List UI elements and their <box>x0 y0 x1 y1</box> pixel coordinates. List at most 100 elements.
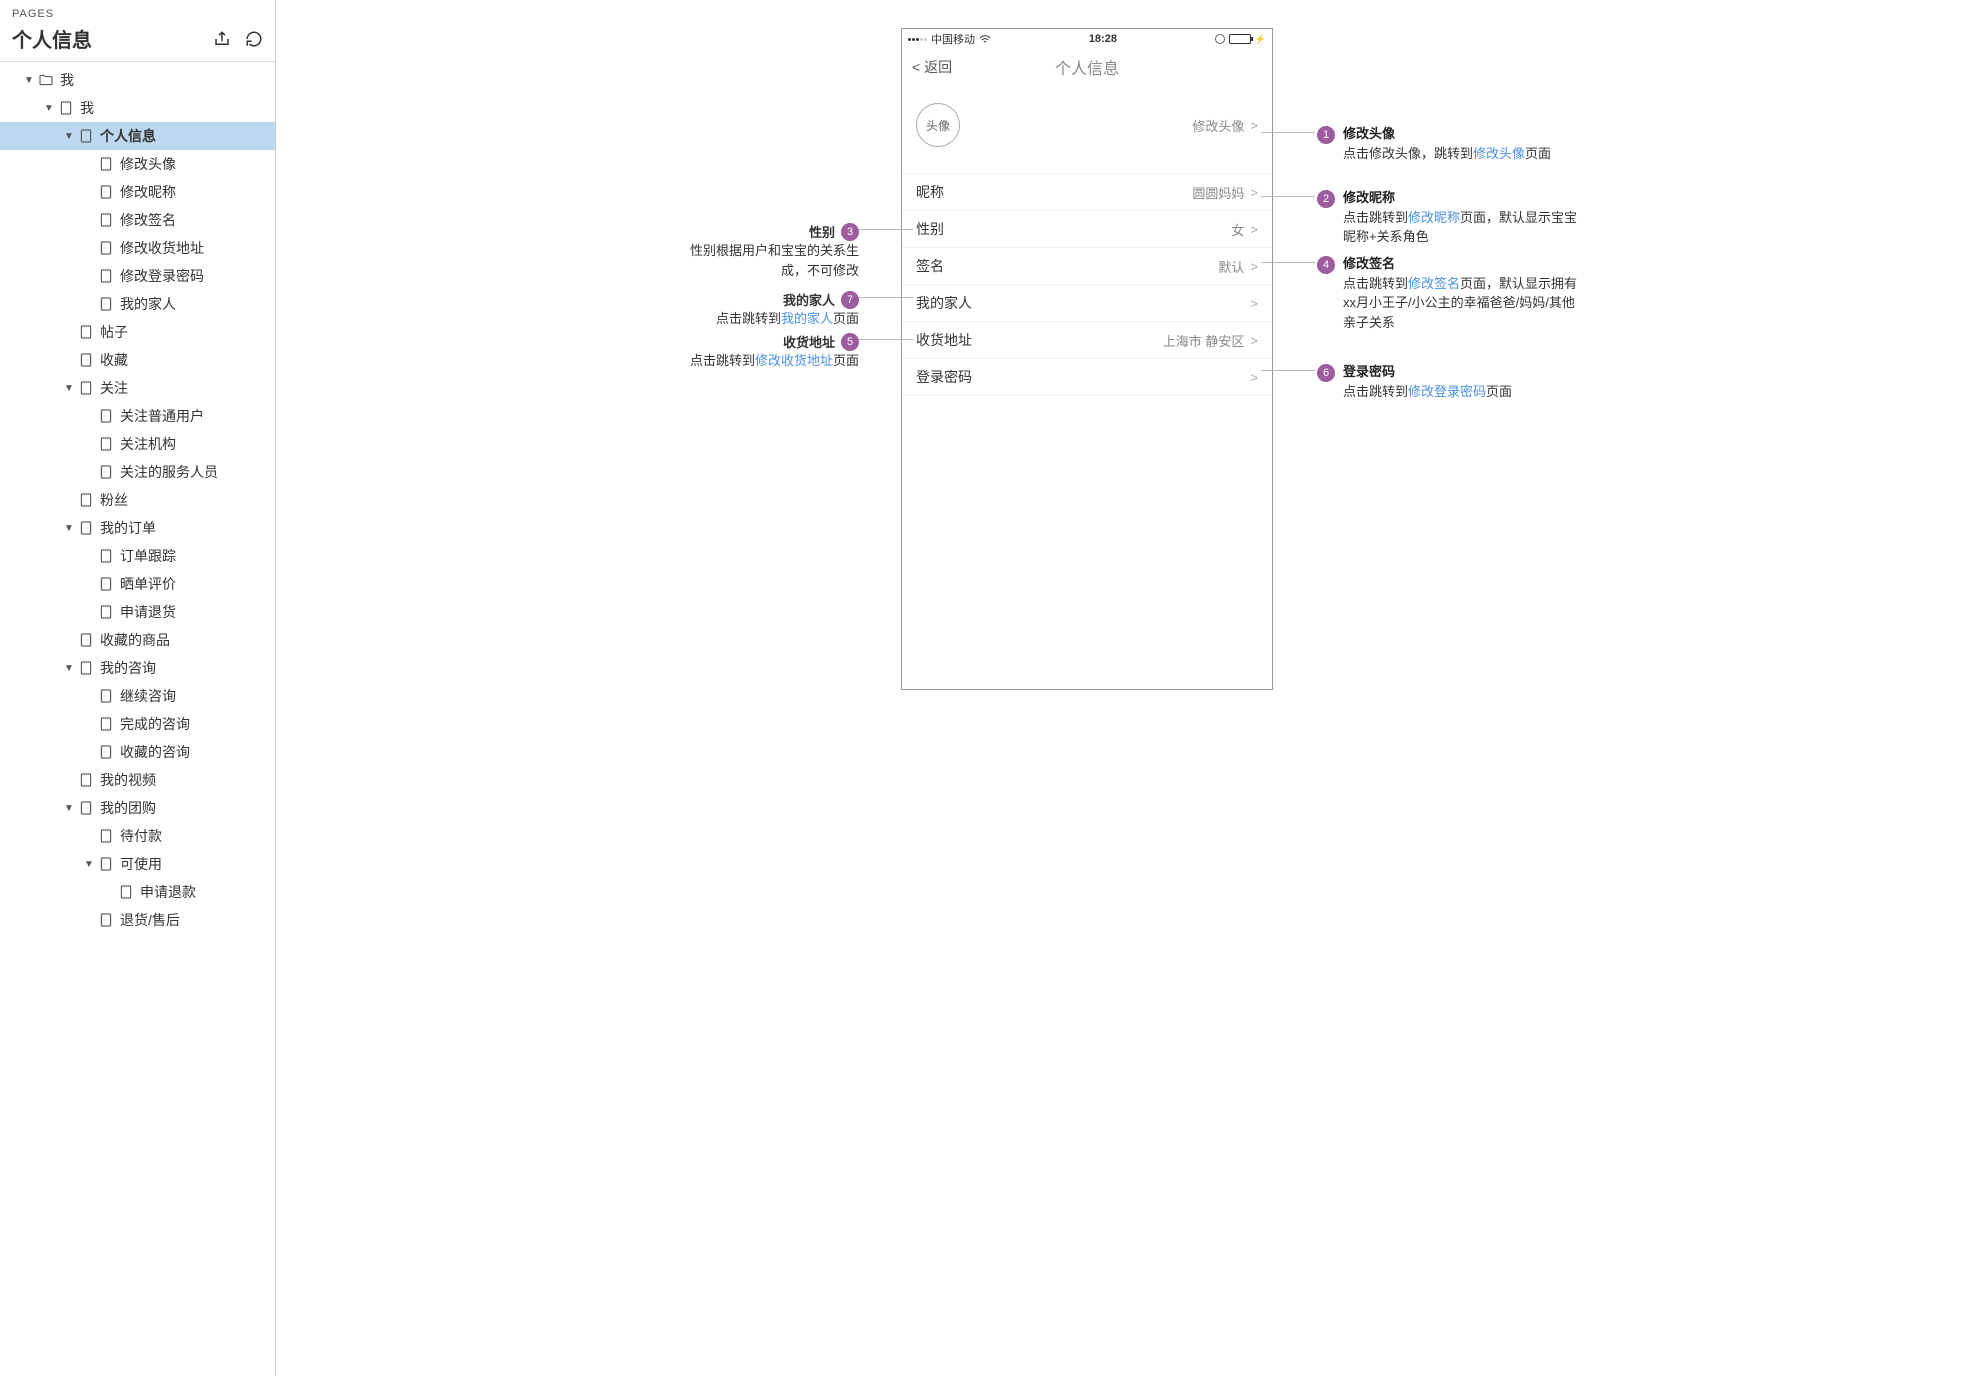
tree-item-label: 我的咨询 <box>100 658 156 678</box>
caret-down-icon: ▼ <box>64 663 74 674</box>
nav-bar: < 返回 个人信息 <box>902 49 1272 85</box>
annotation-badge: 5 <box>841 333 859 351</box>
annotation-link[interactable]: 修改收货地址 <box>755 353 833 368</box>
tree-item[interactable]: 我的家人 <box>0 290 275 318</box>
status-bar: 中国移动 18:28 ⚡ <box>902 29 1272 49</box>
chevron-right-icon: > <box>1250 259 1258 274</box>
tree-item[interactable]: ▼个人信息 <box>0 122 275 150</box>
tree-item-label: 可使用 <box>120 854 162 874</box>
tree-item-label: 完成的咨询 <box>120 714 190 734</box>
tree-item[interactable]: 申请退货 <box>0 598 275 626</box>
annotation-desc: 点击跳转到修改收货地址页面 <box>690 351 859 371</box>
share-icon[interactable] <box>213 30 231 48</box>
annotation-badge: 1 <box>1317 126 1335 144</box>
pages-label: PAGES <box>12 8 263 20</box>
tree-item[interactable]: ▼我 <box>0 66 275 94</box>
annotation-title: 修改昵称 <box>1343 188 1583 208</box>
list-row[interactable]: 收货地址上海市 静安区> <box>902 321 1272 358</box>
tree-item[interactable]: ▼可使用 <box>0 850 275 878</box>
tree-item-label: 关注 <box>100 378 128 398</box>
caret-down-icon: ▼ <box>64 383 74 394</box>
chevron-right-icon: > <box>1250 296 1258 311</box>
tree-item[interactable]: 我的视频 <box>0 766 275 794</box>
tree-item-label: 我的视频 <box>100 770 156 790</box>
annotation: 4修改签名点击跳转到修改签名页面，默认显示拥有xx月小王子/小公主的幸福爸爸/妈… <box>1317 254 1583 332</box>
chevron-right-icon: > <box>1250 370 1258 385</box>
avatar-action-label: 修改头像 <box>1192 116 1244 135</box>
avatar-placeholder: 头像 <box>916 103 960 147</box>
annotation-link[interactable]: 修改头像 <box>1473 146 1525 161</box>
list-row[interactable]: 登录密码> <box>902 358 1272 396</box>
tree-item-label: 订单跟踪 <box>120 546 176 566</box>
tree-item[interactable]: ▼我的团购 <box>0 794 275 822</box>
annotation-link[interactable]: 修改昵称 <box>1408 210 1460 225</box>
tree-item[interactable]: 修改昵称 <box>0 178 275 206</box>
annotation-link[interactable]: 修改登录密码 <box>1408 384 1486 399</box>
tree-item[interactable]: 晒单评价 <box>0 570 275 598</box>
tree-item[interactable]: 修改签名 <box>0 206 275 234</box>
list-row[interactable]: 性别女> <box>902 210 1272 247</box>
battery-icon <box>1229 34 1251 44</box>
tree-item[interactable]: 订单跟踪 <box>0 542 275 570</box>
tree-item-label: 待付款 <box>120 826 162 846</box>
tree-item-label: 个人信息 <box>100 126 156 146</box>
tree-item[interactable]: 修改头像 <box>0 150 275 178</box>
tree-item[interactable]: 关注机构 <box>0 430 275 458</box>
refresh-icon[interactable] <box>245 30 263 48</box>
annotation-desc: 性别根据用户和宝宝的关系生成，不可修改 <box>669 241 859 280</box>
tree-item-label: 关注的服务人员 <box>120 462 218 482</box>
annotation-title: 登录密码 <box>1343 362 1512 382</box>
tree-item[interactable]: ▼我 <box>0 94 275 122</box>
list-row[interactable]: 我的家人> <box>902 284 1272 321</box>
annotation-title: 我的家人 <box>783 290 835 309</box>
tree-item-label: 修改收货地址 <box>120 238 204 258</box>
tree-item[interactable]: 继续咨询 <box>0 682 275 710</box>
tree-item-label: 继续咨询 <box>120 686 176 706</box>
phone-mockup: 中国移动 18:28 ⚡ < 返回 个人信息 头像 <box>901 28 1273 690</box>
tree-item[interactable]: ▼ 关注 <box>0 374 275 402</box>
tree-item[interactable]: 收藏 <box>0 346 275 374</box>
tree-item[interactable]: 帖子 <box>0 318 275 346</box>
tree-item[interactable]: 退货/售后 <box>0 906 275 934</box>
chevron-right-icon: > <box>1250 118 1258 133</box>
tree-item[interactable]: ▼我的订单 <box>0 514 275 542</box>
tree-item-label: 粉丝 <box>100 490 128 510</box>
tree-item[interactable]: 关注的服务人员 <box>0 458 275 486</box>
row-label: 签名 <box>916 256 944 276</box>
avatar-row[interactable]: 头像 修改头像 > <box>902 85 1272 165</box>
caret-down-icon: ▼ <box>64 523 74 534</box>
page-tree[interactable]: ▼我▼我▼个人信息修改头像修改昵称修改签名修改收货地址修改登录密码我的家人帖子收… <box>0 62 275 1376</box>
annotation-desc: 点击跳转到修改登录密码页面 <box>1343 382 1512 402</box>
tree-item[interactable]: 修改收货地址 <box>0 234 275 262</box>
tree-item[interactable]: 完成的咨询 <box>0 710 275 738</box>
annotation-link[interactable]: 我的家人 <box>781 311 833 326</box>
tree-item[interactable]: 收藏的咨询 <box>0 738 275 766</box>
canvas[interactable]: 中国移动 18:28 ⚡ < 返回 个人信息 头像 <box>276 0 1982 1376</box>
list-row[interactable]: 签名默认> <box>902 247 1272 284</box>
tree-item[interactable]: 申请退款 <box>0 878 275 906</box>
list-row[interactable]: 昵称圆圆妈妈> <box>902 173 1272 210</box>
annotation: 收货地址5点击跳转到修改收货地址页面 <box>649 331 859 371</box>
tree-item-label: 收藏的商品 <box>100 630 170 650</box>
annotation-link[interactable]: 修改签名 <box>1408 276 1460 291</box>
row-label: 性别 <box>916 219 944 239</box>
tree-item[interactable]: 修改登录密码 <box>0 262 275 290</box>
tree-item[interactable]: 收藏的商品 <box>0 626 275 654</box>
tree-item-label: 我 <box>60 70 74 90</box>
location-icon <box>1215 34 1225 44</box>
annotation: 性别3性别根据用户和宝宝的关系生成，不可修改 <box>649 221 859 280</box>
tree-item[interactable]: 关注普通用户 <box>0 402 275 430</box>
tree-item-label: 退货/售后 <box>120 910 180 930</box>
tree-item[interactable]: ▼ 我的咨询 <box>0 654 275 682</box>
annotation: 2修改昵称点击跳转到修改昵称页面，默认显示宝宝昵称+关系角色 <box>1317 188 1583 247</box>
nav-title: 个人信息 <box>902 55 1272 79</box>
annotation: 我的家人7点击跳转到我的家人页面 <box>649 289 859 329</box>
sidebar-header: PAGES 个人信息 <box>0 0 275 61</box>
tree-item-label: 收藏 <box>100 350 128 370</box>
tree-item-label: 修改头像 <box>120 154 176 174</box>
tree-item-label: 晒单评价 <box>120 574 176 594</box>
tree-item[interactable]: 粉丝 <box>0 486 275 514</box>
tree-item-label: 收藏的咨询 <box>120 742 190 762</box>
annotation-badge: 7 <box>841 291 859 309</box>
tree-item[interactable]: 待付款 <box>0 822 275 850</box>
